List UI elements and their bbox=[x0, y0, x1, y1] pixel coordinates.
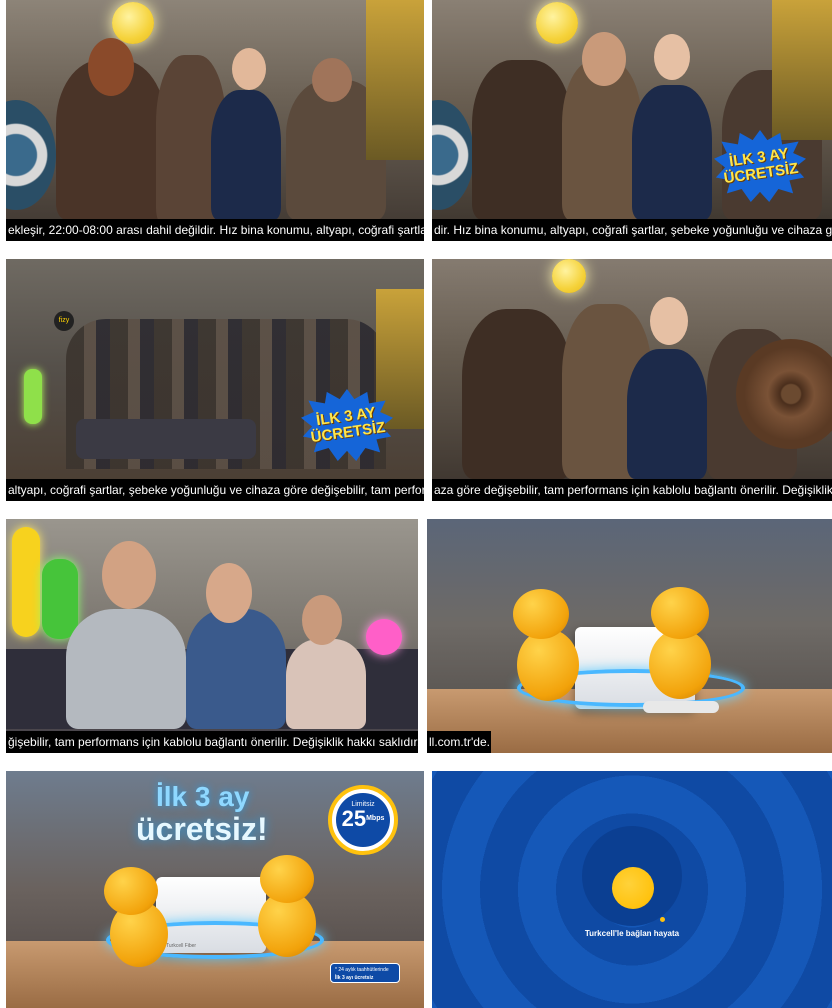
video-frame-8: Turkcell'le bağlan hayata bbox=[432, 771, 832, 1008]
speed-badge: Limitsiz 25Mbps bbox=[328, 785, 398, 855]
technician-head bbox=[654, 34, 690, 80]
subtitle-bar: altyapı, coğrafi şartlar, şebeke yoğunlu… bbox=[6, 479, 424, 501]
terms-note-line-2: İlk 3 ayı ücretsiz bbox=[335, 975, 374, 981]
tagline: Turkcell'le bağlan hayata bbox=[584, 929, 680, 938]
offer-badge-text: İLK 3 AY ÜCRETSİZ bbox=[296, 383, 397, 467]
video-frame-2: İLK 3 AY ÜCRETSİZ dir. Hız bina konumu, … bbox=[432, 0, 832, 241]
speed-badge-inner: Limitsiz 25Mbps bbox=[336, 793, 390, 847]
cactus-neon-green bbox=[42, 559, 78, 639]
hoverboard bbox=[643, 701, 719, 713]
headline-line-2: ücretsiz! bbox=[136, 811, 268, 847]
technician bbox=[627, 349, 707, 479]
logo-dot bbox=[660, 917, 665, 922]
video-frame-7: İlk 3 ay ücretsiz! Limitsiz 25Mbps Turkc… bbox=[6, 771, 424, 1008]
terms-note-line-1: * 24 aylık taahhütlerinde bbox=[335, 967, 389, 973]
headline-line-1: İlk 3 ay bbox=[156, 781, 250, 812]
warrior-left bbox=[462, 309, 572, 479]
subtitle-bar: ekleşir, 22:00-08:00 arası dahil değildi… bbox=[6, 219, 424, 241]
girl bbox=[286, 639, 366, 729]
mascot-right-head bbox=[651, 587, 709, 639]
subtitle-bar: aza göre değişebilir, tam performans içi… bbox=[432, 479, 832, 501]
robot bbox=[772, 0, 832, 140]
speed-value-row: 25Mbps bbox=[336, 808, 390, 830]
neutral-face-emoji-icon bbox=[112, 2, 154, 44]
cactus-neon bbox=[24, 369, 42, 424]
mascot-right bbox=[649, 629, 711, 699]
turkcell-logo-icon bbox=[612, 867, 654, 909]
man bbox=[66, 609, 186, 729]
warrior-right-head bbox=[312, 58, 352, 102]
technician-head bbox=[232, 48, 266, 90]
woman-head bbox=[206, 563, 252, 623]
technician-head bbox=[650, 297, 688, 345]
offer-badge-text: İLK 3 AY ÜCRETSİZ bbox=[709, 124, 810, 208]
mascot-left-head bbox=[513, 589, 569, 639]
mascot-left bbox=[517, 629, 579, 701]
mascot-right-head bbox=[260, 855, 314, 903]
warrior-left-head bbox=[88, 38, 134, 96]
unicorn-neon bbox=[366, 619, 402, 655]
subtitle-bar: dir. Hız bina konumu, altyapı, coğrafi ş… bbox=[432, 219, 832, 241]
neutral-face-emoji-icon bbox=[536, 2, 578, 44]
speed-value: 25 bbox=[341, 806, 367, 831]
video-frame-3: fizy İLK 3 AY ÜCRETSİZ altyapı, coğrafi … bbox=[6, 259, 424, 501]
terms-note: * 24 aylık taahhütlerinde İlk 3 ayı ücre… bbox=[330, 963, 400, 983]
technician bbox=[211, 90, 281, 220]
warrior-old-head bbox=[582, 32, 626, 86]
fizy-sign: fizy bbox=[54, 311, 74, 331]
girl-head bbox=[302, 595, 342, 645]
neutral-face-emoji-icon bbox=[552, 259, 586, 293]
speed-unit: Mbps bbox=[366, 815, 385, 822]
mascot-left-head bbox=[104, 867, 158, 915]
video-frame-6: ll.com.tr'de. bbox=[427, 519, 832, 753]
cactus-neon bbox=[12, 527, 40, 637]
robot bbox=[366, 0, 424, 160]
warrior-left bbox=[472, 60, 572, 220]
subtitle-bar: ğişebilir, tam performans için kablolu b… bbox=[6, 731, 418, 753]
sofa bbox=[76, 419, 256, 459]
woman bbox=[186, 609, 286, 729]
man-head bbox=[102, 541, 156, 609]
subtitle-bar: ll.com.tr'de. bbox=[427, 731, 491, 753]
video-frame-5: ğişebilir, tam performans için kablolu b… bbox=[6, 519, 418, 753]
video-frame-1: ekleşir, 22:00-08:00 arası dahil değildi… bbox=[6, 0, 424, 241]
technician bbox=[632, 85, 712, 220]
video-frame-4: aza göre değişebilir, tam performans içi… bbox=[432, 259, 832, 501]
